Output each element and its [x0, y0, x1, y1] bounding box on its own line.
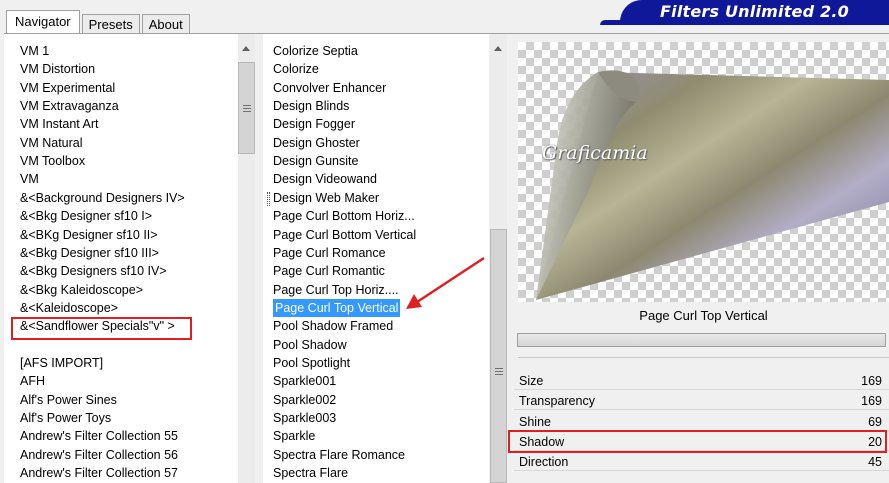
param-transparency[interactable]: Transparency 169 — [514, 391, 889, 411]
category-item[interactable]: VM Instant Art — [20, 115, 99, 133]
filter-item[interactable]: Sparkle001 — [273, 372, 336, 390]
list-splitter-handle[interactable] — [267, 192, 270, 206]
annotation-arrow-icon — [406, 256, 485, 309]
filter-item[interactable]: Design Web Maker — [273, 189, 379, 207]
category-item[interactable]: Alf's Power Toys — [20, 409, 111, 427]
param-value: 169 — [861, 394, 882, 409]
category-item[interactable]: VM Natural — [20, 134, 83, 152]
param-label: Shine — [519, 414, 551, 429]
param-slider[interactable] — [514, 470, 889, 472]
param-value: 169 — [861, 374, 882, 388]
category-item[interactable]: &<Bkg Kaleidoscope> — [20, 281, 143, 299]
tab-navigator[interactable]: Navigator — [6, 10, 80, 34]
preview-pane: Graficamia — [518, 42, 889, 302]
filter-item[interactable]: Design Gunsite — [273, 152, 358, 170]
param-value: 69 — [868, 414, 882, 429]
category-item[interactable]: Alf's Power Sines — [20, 391, 117, 409]
filter-item[interactable]: Page Curl Bottom Vertical — [273, 226, 416, 244]
filter-item[interactable]: Design Ghoster — [273, 134, 360, 152]
grip-icon — [495, 374, 503, 375]
shadow-highlight-box — [508, 430, 887, 453]
param-label: Direction — [519, 455, 569, 470]
category-highlight-box — [11, 317, 192, 340]
tab-presets[interactable]: Presets — [81, 14, 140, 34]
filter-item[interactable]: Sparkle — [273, 427, 315, 445]
category-item[interactable]: &<Background Designers IV> — [20, 189, 185, 207]
param-label: Size — [519, 374, 544, 388]
filter-item[interactable]: Page Curl Romance — [273, 244, 386, 262]
filter-item-selected[interactable]: Page Curl Top Vertical — [273, 298, 401, 317]
category-item[interactable]: &<Bkg Designers sf10 IV> — [20, 262, 167, 280]
preview-watermark: Graficamia — [542, 142, 648, 164]
param-slider[interactable] — [514, 389, 889, 390]
scroll-up-arrow-icon[interactable] — [242, 46, 250, 51]
category-scroll-thumb[interactable] — [238, 62, 255, 154]
tab-bar: Navigator Presets About — [6, 10, 192, 34]
filter-item[interactable]: Colorize — [273, 60, 319, 78]
category-item[interactable]: &<Bkg Designer sf10 III> — [20, 244, 159, 262]
filter-item[interactable]: Design Videowand — [273, 170, 377, 188]
param-slider[interactable] — [514, 409, 889, 411]
category-item[interactable]: [AFS IMPORT] — [20, 354, 103, 372]
filter-item[interactable]: Pool Shadow — [273, 336, 347, 354]
filter-item[interactable]: Design Blinds — [273, 97, 349, 115]
grip-icon — [495, 371, 503, 372]
filter-scroll-thumb[interactable] — [490, 229, 507, 483]
filter-item[interactable]: Convolver Enhancer — [273, 79, 386, 97]
filter-item[interactable]: Design Fogger — [273, 115, 355, 133]
filter-item[interactable]: Page Curl Top Horiz.... — [273, 281, 399, 299]
category-item[interactable]: Andrew's Filter Collection 57 — [20, 464, 178, 482]
param-label: Transparency — [519, 394, 595, 409]
category-item[interactable]: Andrew's Filter Collection 56 — [20, 446, 178, 464]
divider — [518, 357, 889, 358]
app-title: Filters Unlimited 2.0 — [660, 2, 849, 21]
param-size[interactable]: Size 169 — [514, 371, 889, 391]
param-direction[interactable]: Direction 45 — [514, 452, 889, 472]
progress-bar — [517, 333, 886, 347]
tab-about[interactable]: About — [141, 14, 190, 34]
filter-scrollbar[interactable] — [490, 34, 507, 483]
param-shine[interactable]: Shine 69 — [514, 412, 889, 432]
scroll-up-arrow-icon[interactable] — [494, 46, 502, 51]
grip-icon — [243, 108, 251, 109]
category-item[interactable]: VM Experimental — [20, 79, 115, 97]
category-item[interactable]: VM Toolbox — [20, 152, 85, 170]
grip-icon — [243, 105, 251, 106]
page-curl-preview-image — [536, 70, 889, 300]
category-item[interactable]: &<BKg Designer sf10 II> — [20, 226, 158, 244]
category-item[interactable]: &<Kaleidoscope> — [20, 299, 118, 317]
category-item[interactable]: VM Extravaganza — [20, 97, 119, 115]
filter-item[interactable]: Pool Spotlight — [273, 354, 350, 372]
filter-item[interactable]: Sparkle003 — [273, 409, 336, 427]
filter-item[interactable]: Sparkle002 — [273, 391, 336, 409]
category-item[interactable]: AFH — [20, 372, 45, 390]
current-filter-name: Page Curl Top Vertical — [639, 308, 768, 323]
param-value: 45 — [868, 455, 882, 470]
filter-item[interactable]: Pool Shadow Framed — [273, 317, 393, 335]
filter-item[interactable]: Spectra Flare Romance — [273, 446, 405, 464]
grip-icon — [243, 111, 251, 112]
category-item[interactable]: &<Bkg Designer sf10 I> — [20, 207, 152, 225]
filter-item[interactable]: Page Curl Romantic — [273, 262, 385, 280]
filter-item[interactable]: Page Curl Bottom Horiz... — [273, 207, 415, 225]
grip-icon — [495, 368, 503, 369]
category-list[interactable]: VM 1 VM Distortion VM Experimental VM Extra… — [4, 34, 238, 483]
category-scrollbar[interactable] — [238, 34, 255, 483]
filter-item[interactable]: Colorize Septia — [273, 42, 358, 60]
category-item[interactable]: Andrew's Filter Collection 55 — [20, 427, 178, 445]
category-item[interactable]: VM — [20, 170, 39, 188]
category-item[interactable]: VM 1 — [20, 42, 49, 60]
filter-item[interactable]: Spectra Flare — [273, 464, 348, 482]
category-item[interactable]: VM Distortion — [20, 60, 95, 78]
